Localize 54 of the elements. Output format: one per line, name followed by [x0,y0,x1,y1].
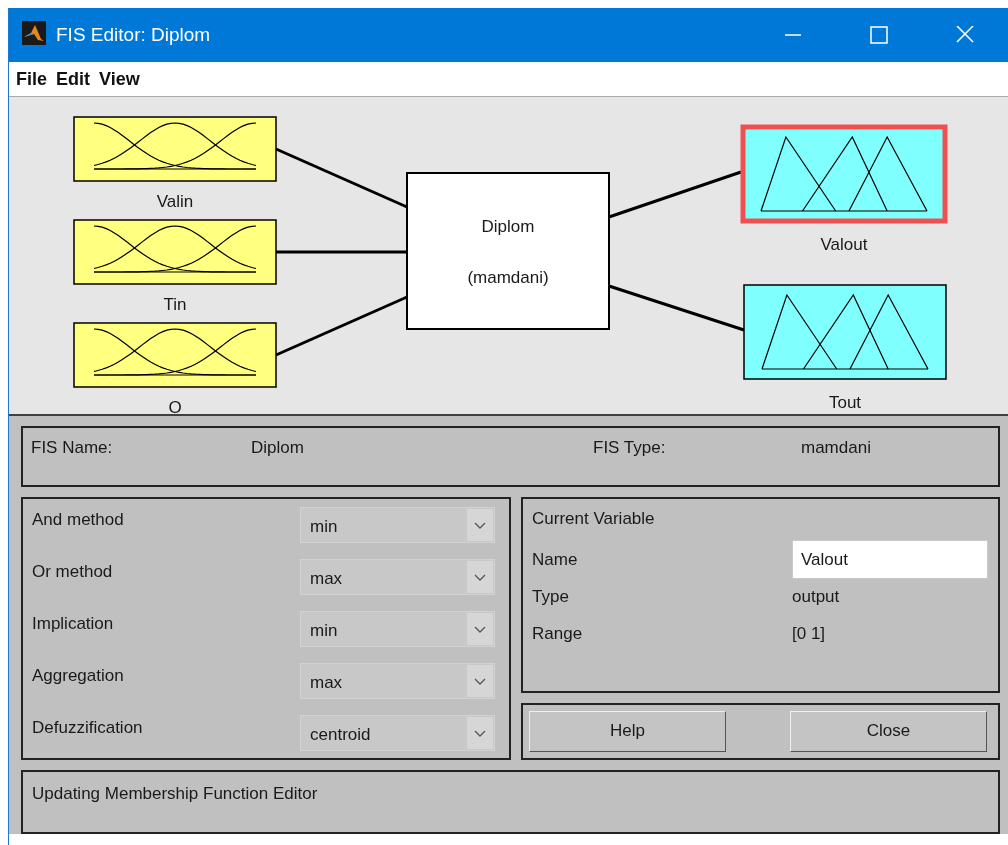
chevron-down-icon [474,729,486,737]
menu-item[interactable]: Edit [56,68,90,90]
variable-label: Tin [163,295,187,314]
field-label: Range [532,624,584,645]
chevron-down-icon [474,521,486,529]
dropdown-value: max [310,567,343,589]
info-value: Diplom [251,438,305,458]
variable-label: Valin [156,192,194,211]
info-label: FIS Name: [31,438,114,458]
output-variable-box[interactable] [740,124,948,224]
field-value: output [792,587,841,608]
chevron-down-icon [474,573,486,581]
status-bar: Updating Membership Function Editor [21,769,1000,834]
panel-title: Current Variable [532,509,656,530]
field-label: Name [532,549,579,570]
method-dropdown[interactable]: max [300,663,495,700]
variable-label: O [168,398,182,414]
chevron-down-icon [474,625,486,633]
info-label: FIS Type: [593,438,667,458]
method-dropdown[interactable]: max [300,559,495,596]
output-variable-box[interactable] [743,284,947,380]
menu-item[interactable]: View [99,68,140,90]
method-label: Implication [32,613,114,635]
info-value: mamdani [801,438,872,458]
input-variable-box[interactable] [73,116,277,182]
window-title: FIS Editor: Diplom [56,24,212,46]
field-value: [0 1] [792,624,827,645]
variable-label: Valout [820,235,868,254]
method-dropdown[interactable]: min [300,507,495,544]
field-label: Type [532,587,570,608]
variable-label: Tout [828,393,862,412]
dropdown-value: min [310,515,338,537]
chevron-down-icon [474,677,486,685]
dropdown-value: centroid [310,723,371,745]
input-variable-box[interactable] [73,322,277,388]
system-box[interactable] [406,172,610,330]
system-type: (mamdani) [467,268,549,287]
dropdown-value: max [310,671,343,693]
method-label: Defuzzification [32,717,143,739]
app-logo-icon [22,20,46,45]
method-label: Or method [32,561,113,583]
menu-item[interactable]: File [16,68,47,90]
dialog-button[interactable]: Close [790,711,987,752]
method-label: And method [32,509,124,531]
name-input-field[interactable]: Valout [792,540,988,580]
close-icon[interactable] [955,26,975,44]
system-name: Diplom [481,217,535,236]
method-dropdown[interactable]: centroid [300,715,495,752]
dialog-button[interactable]: Help [529,711,726,752]
dropdown-value: min [310,619,338,641]
method-dropdown[interactable]: min [300,611,495,648]
method-label: Aggregation [32,665,124,687]
input-variable-box[interactable] [73,219,277,285]
maximize-icon[interactable] [869,26,889,44]
